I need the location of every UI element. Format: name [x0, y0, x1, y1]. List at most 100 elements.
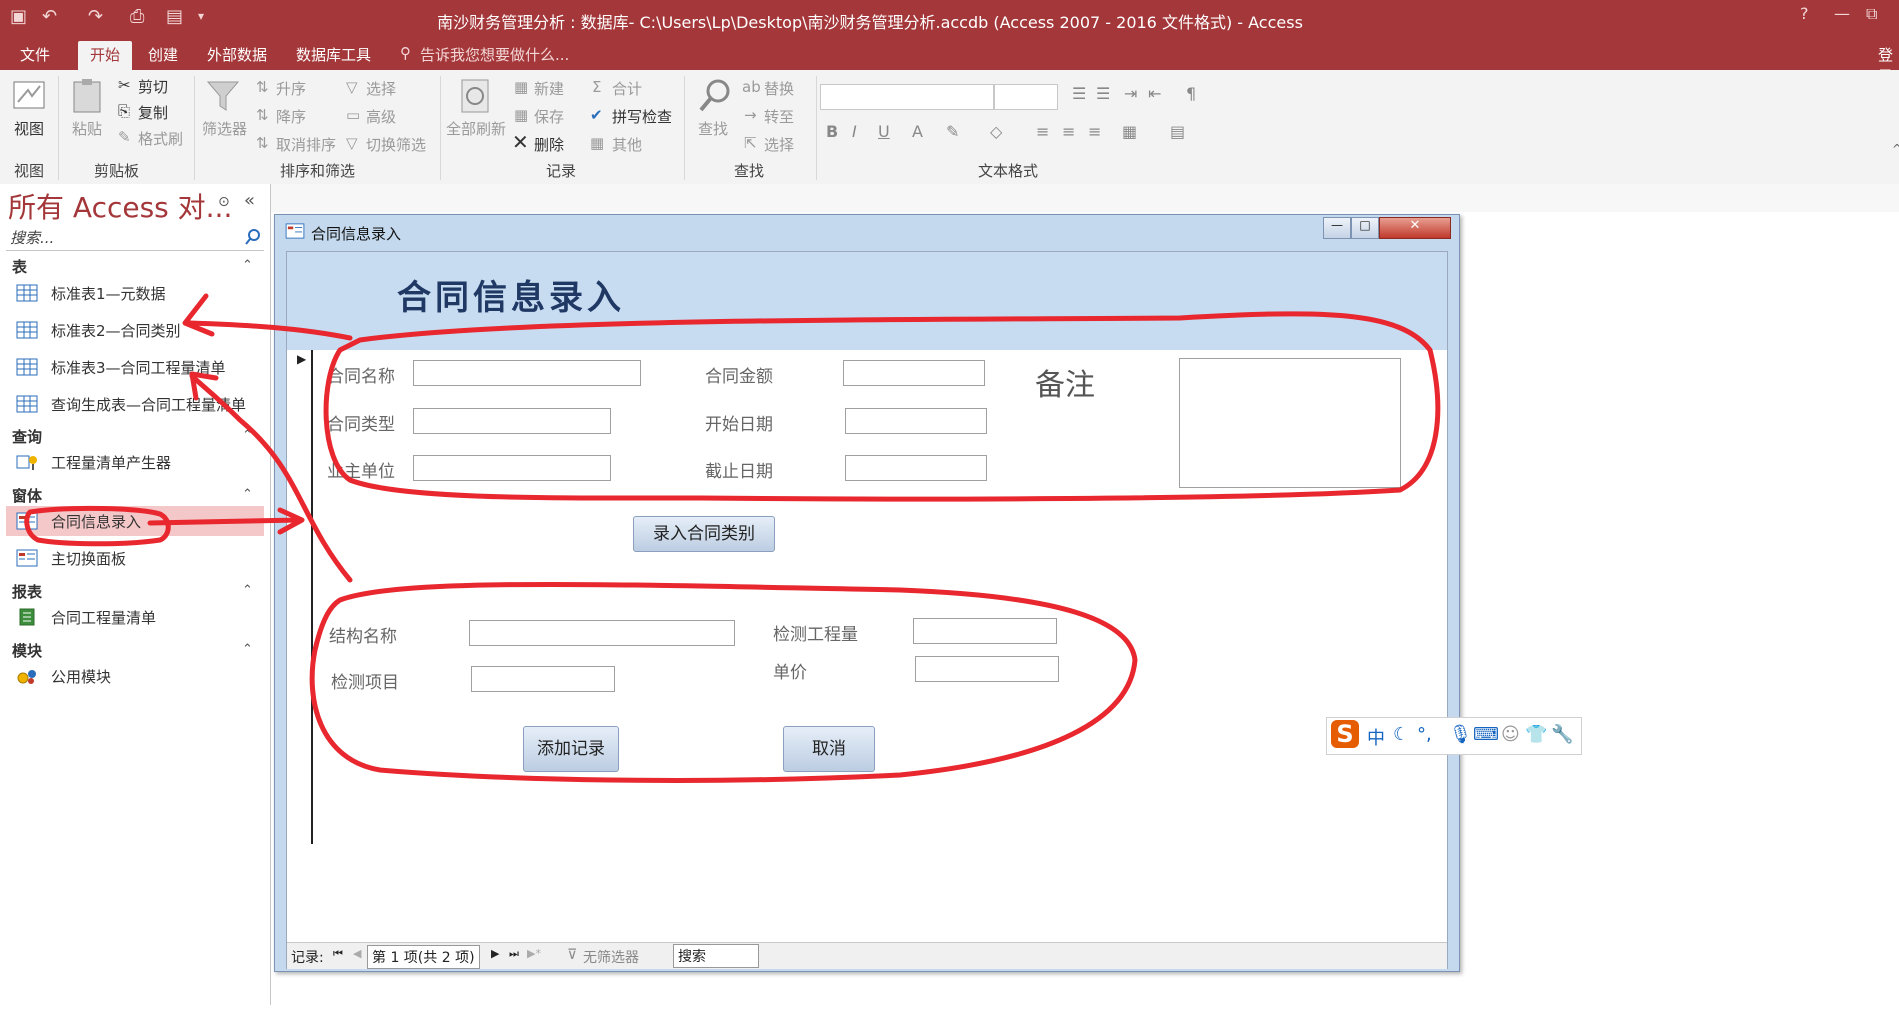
nav-section-modules[interactable]: 模块: [12, 640, 42, 661]
remove-sort-button[interactable]: 取消排序: [276, 134, 336, 155]
structure-name-field[interactable]: [469, 620, 735, 646]
contract-name-field[interactable]: [413, 360, 641, 386]
nav-item-form[interactable]: 主切换面板: [6, 543, 264, 573]
nav-pane-title[interactable]: 所有 Access 对...: [8, 186, 232, 226]
selection-filter-button[interactable]: 选择: [366, 78, 396, 99]
filter-icon[interactable]: [204, 76, 244, 116]
sogou-logo-icon[interactable]: S: [1331, 720, 1359, 748]
format-painter-button[interactable]: 格式刷: [138, 128, 183, 149]
advanced-filter-button[interactable]: 高级: [366, 106, 396, 127]
tab-file[interactable]: 文件: [20, 44, 50, 65]
minimize-button[interactable]: —: [1834, 4, 1850, 23]
underline-button[interactable]: U: [878, 122, 890, 141]
bold-button[interactable]: B: [826, 122, 838, 141]
help-button[interactable]: ?: [1800, 4, 1809, 23]
tab-create[interactable]: 创建: [148, 44, 178, 65]
outdent-icon[interactable]: ⇤: [1148, 84, 1161, 103]
save-record-button[interactable]: 保存: [534, 106, 564, 127]
refresh-all-button[interactable]: 全部刷新: [446, 118, 506, 139]
align-right-icon[interactable]: ≡: [1088, 122, 1101, 141]
record-selector[interactable]: [297, 350, 313, 844]
skin-shirt-icon[interactable]: 👕: [1525, 724, 1547, 745]
tell-me-box[interactable]: 告诉我您想要做什么...: [420, 44, 569, 65]
nav-item-query[interactable]: 工程量清单产生器: [6, 447, 264, 477]
collapse-forms-icon[interactable]: ⌃: [242, 487, 253, 502]
cut-button[interactable]: 剪切: [138, 76, 168, 97]
half-width-moon-icon[interactable]: ☾: [1393, 724, 1409, 745]
test-quantity-field[interactable]: [913, 618, 1057, 644]
enter-contract-type-button[interactable]: 录入合同类别: [633, 516, 775, 552]
nav-item-table[interactable]: 标准表2—合同类别: [6, 315, 264, 345]
font-name-select[interactable]: [820, 84, 994, 110]
settings-wrench-icon[interactable]: 🔧: [1551, 724, 1573, 745]
nav-section-forms[interactable]: 窗体: [12, 485, 42, 506]
punctuation-icon[interactable]: °,: [1417, 724, 1432, 745]
sort-asc-button[interactable]: 升序: [276, 78, 306, 99]
search-icon[interactable]: [244, 228, 262, 246]
totals-button[interactable]: 合计: [612, 78, 642, 99]
highlight-icon[interactable]: ✎: [946, 122, 959, 141]
replace-button[interactable]: 替换: [764, 78, 794, 99]
view-button[interactable]: 视图: [14, 118, 44, 139]
goto-button[interactable]: 转至: [764, 106, 794, 127]
tab-database-tools[interactable]: 数据库工具: [296, 44, 371, 65]
first-record-icon[interactable]: ⏮: [333, 947, 343, 961]
nav-item-table[interactable]: 查询生成表—合同工程量清单: [6, 389, 264, 419]
nav-item-table[interactable]: 标准表3—合同工程量清单: [6, 352, 264, 382]
filter-status[interactable]: 无筛选器: [583, 947, 639, 967]
collapse-tables-icon[interactable]: ⌃: [242, 258, 253, 273]
nav-section-reports[interactable]: 报表: [12, 581, 42, 602]
nav-menu-chevron-icon[interactable]: ⊙: [218, 194, 230, 210]
fill-color-icon[interactable]: ◇: [990, 122, 1002, 141]
record-search-input[interactable]: 搜索: [673, 944, 759, 968]
sort-desc-button[interactable]: 降序: [276, 106, 306, 127]
font-color-icon[interactable]: A: [912, 122, 923, 141]
nav-item-module[interactable]: 公用模块: [6, 661, 264, 691]
gridlines-icon[interactable]: ▤: [1170, 122, 1185, 141]
form-maximize-button[interactable]: □: [1351, 217, 1379, 239]
find-icon[interactable]: [696, 76, 736, 116]
form-minimize-button[interactable]: —: [1323, 217, 1351, 239]
contract-amount-field[interactable]: [843, 360, 985, 386]
nav-search-input[interactable]: 搜索...: [6, 224, 264, 251]
cancel-button[interactable]: 取消: [783, 726, 875, 772]
more-button[interactable]: 其他: [612, 134, 642, 155]
paragraph-direction-icon[interactable]: ¶: [1186, 84, 1196, 103]
bullets-icon[interactable]: ☰: [1072, 84, 1086, 103]
collapse-modules-icon[interactable]: ⌃: [242, 642, 253, 657]
alternate-row-color-icon[interactable]: ▦: [1122, 122, 1137, 141]
restore-button[interactable]: ⧉: [1866, 4, 1877, 24]
collapse-ribbon-icon[interactable]: ^: [1892, 142, 1899, 156]
nav-section-tables[interactable]: 表: [12, 256, 27, 277]
new-record-button[interactable]: 新建: [534, 78, 564, 99]
end-date-field[interactable]: [845, 455, 987, 481]
toggle-filter-button[interactable]: 切换筛选: [366, 134, 426, 155]
start-date-field[interactable]: [845, 408, 987, 434]
owner-field[interactable]: [413, 455, 611, 481]
next-record-icon[interactable]: ▶: [491, 947, 499, 960]
paste-button[interactable]: 粘贴: [72, 118, 102, 139]
last-record-icon[interactable]: ⏭: [509, 947, 519, 961]
copy-button[interactable]: 复制: [138, 102, 168, 123]
unit-price-field[interactable]: [915, 656, 1059, 682]
previous-record-icon[interactable]: ◀: [353, 947, 361, 960]
test-item-field[interactable]: [471, 666, 615, 692]
form-close-button[interactable]: ✕: [1379, 217, 1451, 239]
align-left-icon[interactable]: ≡: [1036, 122, 1049, 141]
font-size-select[interactable]: [994, 84, 1058, 110]
nav-item-report[interactable]: 合同工程量清单: [6, 602, 264, 632]
shutter-bar-icon[interactable]: «: [244, 190, 255, 211]
keyboard-icon[interactable]: ⌨: [1473, 724, 1499, 745]
paste-icon[interactable]: [68, 76, 108, 116]
tab-external-data[interactable]: 外部数据: [207, 44, 267, 65]
ime-mode-toggle[interactable]: 中: [1367, 724, 1385, 750]
remark-field[interactable]: [1179, 358, 1401, 488]
italic-button[interactable]: I: [852, 122, 857, 141]
add-record-button[interactable]: 添加记录: [523, 726, 619, 772]
refresh-all-icon[interactable]: [456, 76, 496, 116]
contract-type-field[interactable]: [413, 408, 611, 434]
user-icon[interactable]: ☺: [1501, 724, 1520, 745]
tab-home[interactable]: 开始: [78, 41, 133, 73]
nav-section-queries[interactable]: 查询: [12, 426, 42, 447]
find-button[interactable]: 查找: [698, 118, 728, 139]
